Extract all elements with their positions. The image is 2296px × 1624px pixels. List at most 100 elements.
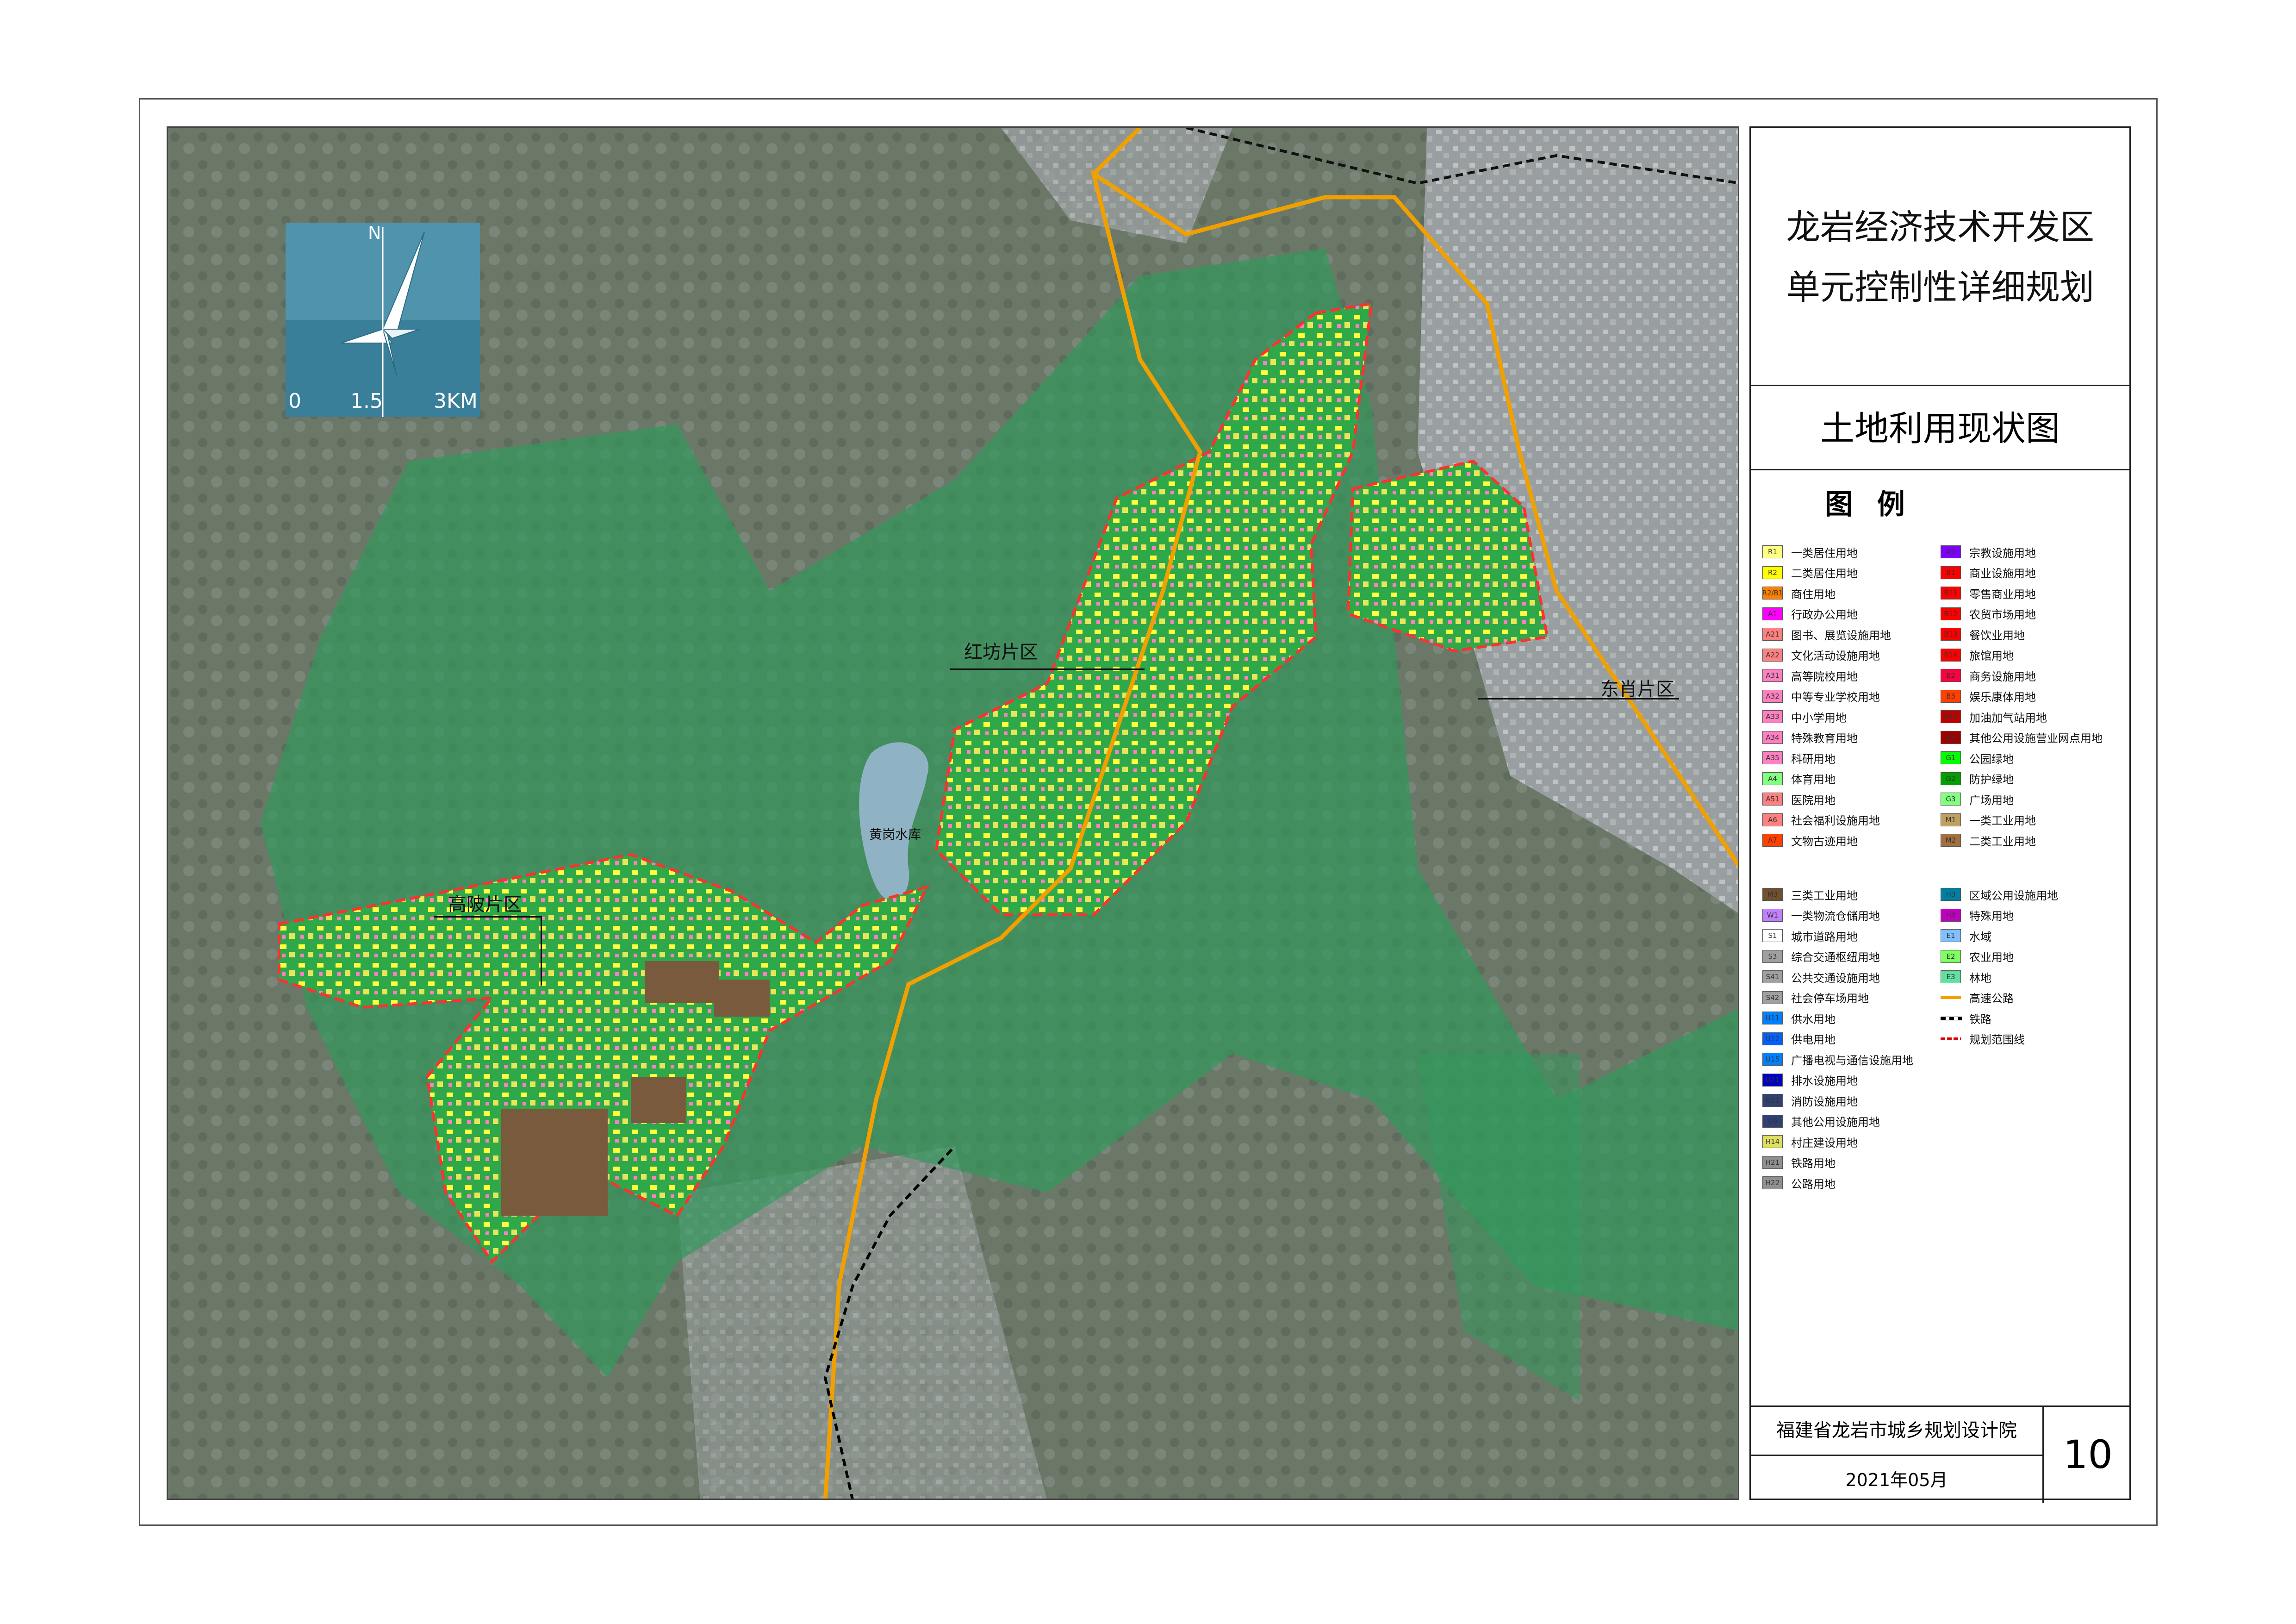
legend-item: S41 公共交通设施用地 xyxy=(1762,969,1880,985)
legend-swatch: U11 xyxy=(1762,1012,1783,1024)
map-subtitle: 土地利用现状图 xyxy=(1751,385,2129,470)
legend-label: 区域公用设施用地 xyxy=(1969,889,2058,902)
legend-label: 公路用地 xyxy=(1791,1177,1836,1191)
legend-swatch: S3 xyxy=(1762,949,1783,963)
legend-item: A34 特殊教育用地 xyxy=(1762,730,1858,745)
legend-swatch: G1 xyxy=(1941,751,1961,764)
legend-item: B14 旅馆用地 xyxy=(1941,648,2014,662)
legend-swatch: R1 xyxy=(1762,545,1783,558)
legend-item: M3 三类工业用地 xyxy=(1762,887,1858,902)
legend-swatch: R2 xyxy=(1762,566,1783,579)
legend-label: 综合交通枢纽用地 xyxy=(1791,951,1880,964)
legend-label: 特殊教育用地 xyxy=(1791,732,1858,745)
legend-line-swatch xyxy=(1941,1032,1961,1045)
legend-item: E3 林地 xyxy=(1941,969,1991,985)
zone-label-gaopo: 高陂片区 xyxy=(448,894,522,915)
legend-item: B1 商业设施用地 xyxy=(1941,565,2036,580)
title-block-footer: 福建省龙岩市城乡规划设计院 2021年05月 10 xyxy=(1751,1405,2129,1503)
legend-item: U9 其他公用设施用地 xyxy=(1762,1114,1880,1129)
legend-item: G1 公园绿地 xyxy=(1941,750,2014,766)
legend-label: 水域 xyxy=(1969,930,1991,943)
legend-swatch: B12 xyxy=(1941,607,1961,620)
legend-item: S42 社会停车场用地 xyxy=(1762,990,1869,1005)
legend-swatch: A4 xyxy=(1762,772,1783,785)
legend-label: 一类工业用地 xyxy=(1969,814,2036,827)
legend-item: A1 行政办公用地 xyxy=(1762,606,1858,621)
legend-label: 铁路 xyxy=(1969,1012,1991,1026)
legend-swatch: A22 xyxy=(1762,648,1783,662)
legend-swatch: H14 xyxy=(1762,1135,1783,1148)
legend-item: G3 广场用地 xyxy=(1941,792,2014,807)
legend-item: R2 二类居住用地 xyxy=(1762,565,1858,580)
legend-item: U21 排水设施用地 xyxy=(1762,1073,1858,1087)
north-label: N xyxy=(368,223,381,243)
legend-item: B12 农贸市场用地 xyxy=(1941,606,2036,621)
legend-swatch: B1 xyxy=(1941,566,1961,579)
zone-leader-gaopo-vertical xyxy=(541,916,542,986)
legend-swatch: A51 xyxy=(1762,793,1783,806)
zone-label-hongfang: 红坊片区 xyxy=(964,642,1038,663)
legend-label: 社会福利设施用地 xyxy=(1791,814,1880,827)
legend-label: 中等专业学校用地 xyxy=(1791,691,1880,704)
legend-swatch: G3 xyxy=(1941,793,1961,806)
legend-label: 二类居住用地 xyxy=(1791,567,1858,580)
legend-item: B41 加油加气站用地 xyxy=(1941,709,2047,725)
legend-label: 图书、展览设施用地 xyxy=(1791,629,1891,642)
map-area[interactable]: N 0 1.5 3KM 红坊片区 东肖片区 高陂片区 黄岗水库 xyxy=(167,126,1739,1500)
legend-item: 铁路 xyxy=(1941,1011,1991,1026)
legend-swatch: B14 xyxy=(1941,648,1961,662)
legend-swatch: U21 xyxy=(1762,1073,1783,1087)
legend-swatch: A34 xyxy=(1762,731,1783,744)
legend-label: 文化活动设施用地 xyxy=(1791,650,1880,662)
legend-swatch: A31 xyxy=(1762,669,1783,682)
design-institute: 福建省龙岩市城乡规划设计院 xyxy=(1776,1420,2017,1441)
legend-label: 消防设施用地 xyxy=(1791,1095,1858,1108)
legend-item: S1 城市道路用地 xyxy=(1762,928,1858,943)
legend-label: 特殊用地 xyxy=(1969,910,2014,923)
legend-label: 铁路用地 xyxy=(1791,1157,1836,1170)
legend-swatch: A21 xyxy=(1762,628,1783,641)
legend-item: U31 消防设施用地 xyxy=(1762,1093,1858,1108)
legend-item: B3 娱乐康体用地 xyxy=(1941,689,2036,704)
plan-title: 龙岩经济技术开发区 单元控制性详细规划 xyxy=(1751,197,2129,318)
legend-label: 加油加气站用地 xyxy=(1969,711,2047,725)
legend-label: 三类工业用地 xyxy=(1791,889,1858,902)
legend-item: H3 区域公用设施用地 xyxy=(1941,887,2058,902)
legend-label: 高等院校用地 xyxy=(1791,670,1858,683)
legend-label: 城市道路用地 xyxy=(1791,930,1858,943)
legend-swatch: E2 xyxy=(1941,949,1961,963)
legend-item: A31 高等院校用地 xyxy=(1762,668,1858,683)
legend-heading: 图 例 xyxy=(1825,488,1912,521)
legend-item: A4 体育用地 xyxy=(1762,771,1836,786)
legend-swatch: A6 xyxy=(1762,813,1783,826)
legend-label: 医院用地 xyxy=(1791,793,1836,807)
legend-item: M1 一类工业用地 xyxy=(1941,812,2036,827)
legend-label: 中小学用地 xyxy=(1791,711,1847,725)
legend-item: U15 广播电视与通信设施用地 xyxy=(1762,1052,1913,1067)
legend-swatch: M2 xyxy=(1941,834,1961,847)
legend-swatch: B2 xyxy=(1941,669,1961,682)
legend-swatch: H21 xyxy=(1762,1156,1783,1169)
legend-item: E2 农业用地 xyxy=(1941,949,2014,964)
legend-item: A32 中等专业学校用地 xyxy=(1762,689,1880,704)
legend-swatch: S42 xyxy=(1762,991,1783,1004)
compass-icon xyxy=(286,227,480,417)
legend-swatch: S1 xyxy=(1762,929,1783,942)
zone-label-dongxiao: 东肖片区 xyxy=(1600,679,1674,700)
legend-line-swatch xyxy=(1941,1012,1962,1024)
legend-item: R2/B1 商住用地 xyxy=(1762,586,1836,601)
zone-leader-gaopo xyxy=(434,916,541,918)
legend-label: 科研用地 xyxy=(1791,752,1836,766)
legend-label: 村庄建设用地 xyxy=(1791,1136,1858,1149)
legend-label: 一类居住用地 xyxy=(1791,546,1858,560)
legend-label: 宗教设施用地 xyxy=(1969,546,2036,560)
legend-swatch: B11 xyxy=(1941,587,1961,600)
reservoir-label: 黄岗水库 xyxy=(869,827,921,842)
legend-line-swatch xyxy=(1941,991,1961,1004)
legend-swatch: E3 xyxy=(1941,970,1961,983)
scale-zero: 0 xyxy=(288,389,301,413)
legend-item: H22 公路用地 xyxy=(1762,1175,1836,1191)
legend-label: 农业用地 xyxy=(1969,951,2014,964)
legend-item: H21 铁路用地 xyxy=(1762,1155,1836,1170)
legend-item: A22 文化活动设施用地 xyxy=(1762,648,1880,662)
